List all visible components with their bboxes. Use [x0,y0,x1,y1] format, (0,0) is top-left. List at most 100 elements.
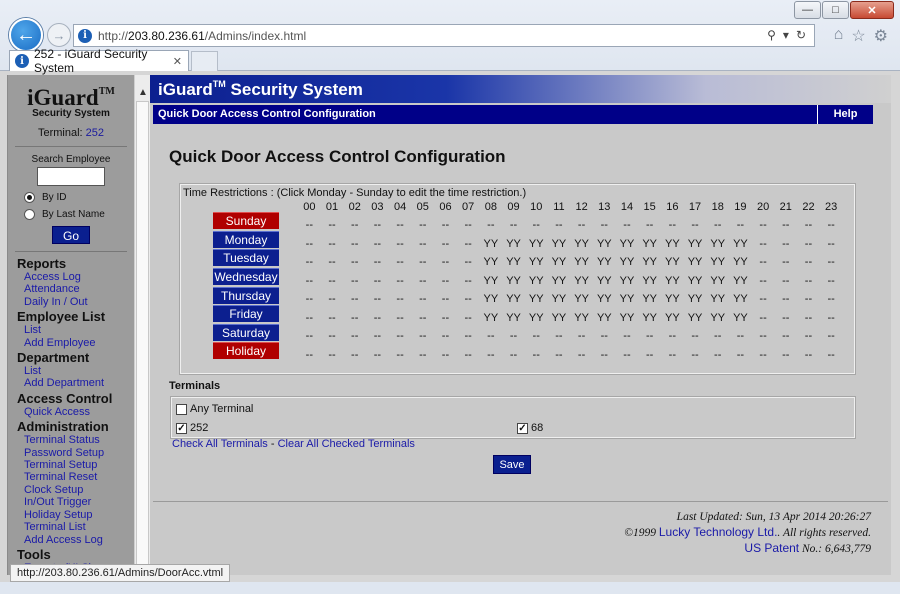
maximize-button[interactable]: □ [822,1,849,19]
day-button-thursday[interactable]: Thursday [213,286,279,304]
sidebar-link[interactable]: Access Log [24,271,134,283]
sidebar-link[interactable]: In/Out Trigger [24,496,134,508]
day-button-sunday[interactable]: Sunday [213,212,279,229]
terminal-checkbox-252[interactable]: ✓ [176,422,187,434]
hour-header: 12 [575,201,588,213]
grid-cell: -- [305,237,313,250]
day-button-tuesday[interactable]: Tuesday [213,249,279,267]
sidebar-link[interactable]: List [24,365,134,377]
check-all-terminals-link[interactable]: Check All Terminals [172,438,268,450]
forward-button[interactable]: → [47,23,71,47]
grid-cell: YY [506,293,521,306]
tab-close-icon[interactable]: ✕ [173,55,182,68]
day-button-friday[interactable]: Friday [213,305,279,323]
grid-cell: -- [305,311,313,324]
close-window-button[interactable]: ✕ [850,1,894,19]
grid-row: -- -- -- -- -- -- -- -- YY YY YY YY YY YY YY YY YY YY YY YY… [298,290,843,309]
sidebar-link[interactable]: Terminal Setup [24,459,134,471]
grid-cell: YY [551,293,567,306]
day-button-saturday[interactable]: Saturday [213,323,279,341]
grid-cell: -- [668,330,676,343]
grid-cell: YY [642,293,657,306]
sidebar-link[interactable]: Attendance [24,283,134,295]
terminal-row-68[interactable]: ✓ 68 [517,422,543,434]
url-text[interactable]: http://203.80.236.61/Admins/index.html [98,29,306,43]
day-button-monday[interactable]: Monday [213,230,279,248]
grid-cell: -- [600,330,608,343]
refresh-icon[interactable]: ↻ [796,28,806,42]
radio-by-id-dot[interactable] [24,192,35,203]
clear-all-terminals-link[interactable]: Clear All Checked Terminals [278,438,415,450]
sidebar-link[interactable]: Password Setup [24,447,134,459]
new-tab-button[interactable] [191,51,218,71]
sidebar-link[interactable]: Terminal List [24,521,134,533]
radio-by-last-name[interactable]: By Last Name [24,209,134,220]
site-info-icon[interactable]: i [78,28,92,43]
grid-cell: YY [733,274,748,287]
sidebar-link[interactable]: List [24,324,134,336]
hour-header: 22 [802,201,815,213]
day-button-wednesday[interactable]: Wednesday [213,267,279,285]
save-button[interactable]: Save [493,455,531,474]
grid-cell: YY [506,311,521,324]
sidebar-link[interactable]: Add Access Log [24,534,134,546]
terminal-row-252[interactable]: ✓ 252 [176,422,208,434]
sidebar-link[interactable]: Terminal Reset [24,471,134,483]
company-link[interactable]: Lucky Technology Ltd. [659,525,778,539]
help-button[interactable]: Help [817,105,873,124]
tab-favicon-icon: i [15,54,29,68]
grid-cell: YY [506,237,521,250]
sidebar-link[interactable]: Quick Access [24,406,134,418]
grid-cell: -- [714,330,722,343]
hour-header: 15 [643,201,656,213]
address-bar[interactable]: i http://203.80.236.61/Admins/index.html… [73,24,815,47]
grid-cell: -- [464,256,472,269]
grid-cell: -- [305,219,313,232]
grid-cell: YY [619,256,635,269]
grid-cell: YY [710,293,726,306]
search-employee-input[interactable] [37,167,105,186]
favorites-star-icon[interactable]: ☆ [851,26,865,46]
home-icon[interactable]: ⌂ [834,26,844,46]
grid-cell: -- [691,219,699,232]
sidebar-link[interactable]: Add Employee [24,337,134,349]
grid-cell: YY [596,293,612,306]
any-terminal-row[interactable]: Any Terminal [176,403,253,415]
dropdown-icon[interactable]: ▾ [783,28,789,42]
minimize-button[interactable]: — [794,1,821,19]
any-terminal-checkbox[interactable] [176,403,187,415]
sidebar-link[interactable]: Add Department [24,377,134,389]
search-icon[interactable]: ⚲ [767,28,776,42]
grid-cell: -- [555,219,563,232]
grid-cell: -- [804,348,813,361]
us-patent-link[interactable]: US Patent [744,541,799,555]
scroll-thumb[interactable] [136,101,149,571]
grid-cell: -- [328,219,336,232]
radio-by-last-name-dot[interactable] [24,209,35,220]
sidebar-link[interactable]: Holiday Setup [24,509,134,521]
terminals-label: Terminals [169,380,221,392]
grid-cell: YY [619,274,635,287]
status-bar: http://203.80.236.61/Admins/DoorAcc.vtml [10,564,231,582]
day-button-holiday[interactable]: Holiday [213,342,279,360]
radio-by-id[interactable]: By ID [24,192,134,203]
terminal-checkbox-68[interactable]: ✓ [517,422,528,434]
grid-cell: -- [804,330,813,343]
sidebar-scrollbar[interactable]: ▲ ▼ [134,75,150,575]
grid-row: -- -- -- -- -- -- -- -- YY YY YY YY YY YY YY YY YY YY YY YY… [298,309,843,328]
grid-cell: YY [483,274,499,287]
grid-cell: -- [668,219,676,232]
grid-cell: -- [759,311,767,324]
sidebar-link[interactable]: Clock Setup [24,484,134,496]
settings-gear-icon[interactable]: ⚙ [874,26,888,46]
go-button[interactable]: Go [52,226,90,244]
logo-tm: TM [98,86,115,97]
browser-tab[interactable]: i 252 - iGuard Security System ✕ [9,47,189,75]
sidebar-link[interactable]: Terminal Status [24,434,134,446]
hour-header: 10 [530,201,543,213]
scroll-up-icon[interactable]: ▲ [138,87,148,98]
terminal-label-252: 252 [190,422,209,434]
sidebar-link[interactable]: Daily In / Out [24,296,134,308]
terminal-number[interactable]: 252 [86,127,104,139]
sidebar-divider [15,146,127,147]
